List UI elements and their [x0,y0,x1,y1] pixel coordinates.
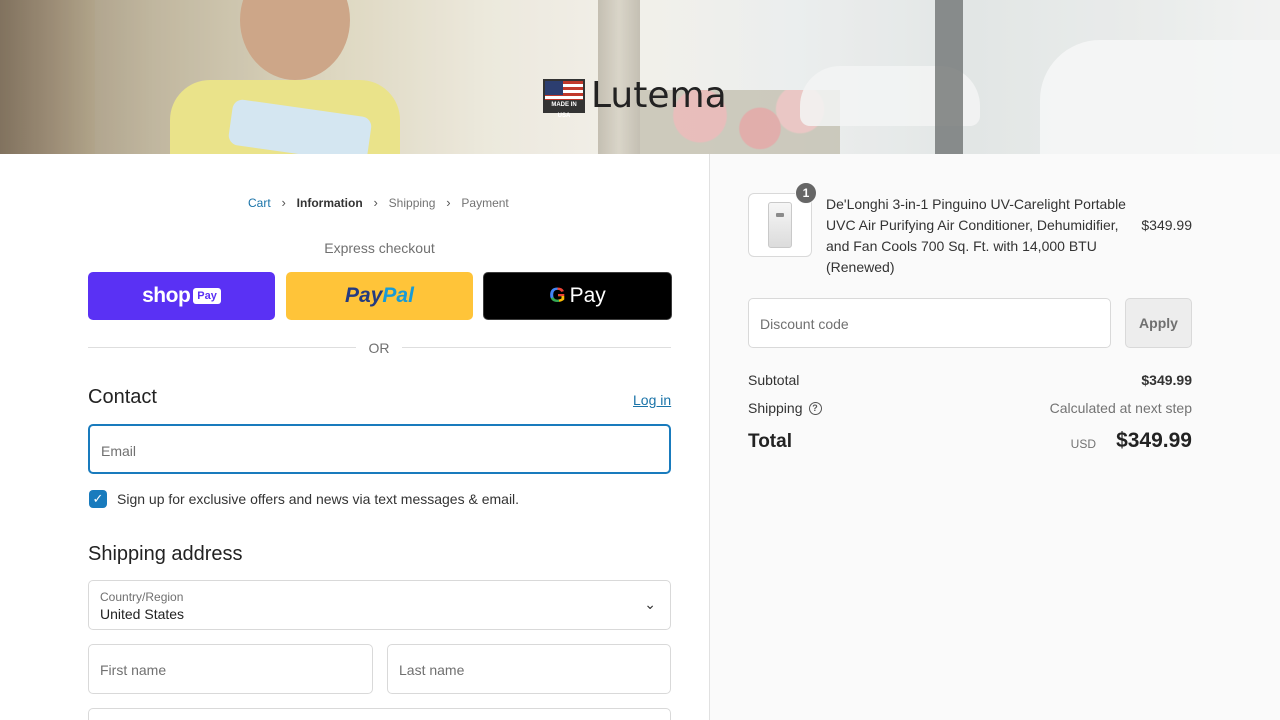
breadcrumb-information: Information [296,195,363,210]
shipping-value: Calculated at next step [1049,400,1192,416]
logo-wordmark: Lutema [591,75,727,116]
shop-pay-button[interactable]: shop Pay [88,272,275,320]
shipping-label: Shipping [748,400,803,416]
paypal-wordmark-part2: Pal [382,284,414,307]
or-separator: OR [88,338,671,358]
logo-badge-text: MADE IN USA [545,100,583,119]
subtotal-value: $349.99 [1141,372,1192,388]
air-conditioner-image [768,202,792,248]
chevron-down-icon: ⌄ [644,596,656,612]
chevron-right-icon: › [446,195,451,210]
discount-code-field[interactable]: Discount code [748,298,1111,348]
total-label: Total [748,431,792,452]
country-region-select[interactable]: Country/Region United States ⌄ [88,580,671,630]
apply-discount-button[interactable]: Apply [1125,298,1192,348]
discount-code-placeholder: Discount code [760,316,849,332]
paypal-wordmark-part1: Pay [345,284,383,307]
log-in-link[interactable]: Log in [633,392,671,408]
shipping-address-heading: Shipping address [88,543,243,565]
first-name-placeholder: First name [100,662,167,678]
address-field[interactable] [88,708,671,720]
product-price: $349.99 [1141,217,1192,233]
subtotal-label: Subtotal [748,372,800,388]
email-field[interactable]: Email [88,424,671,474]
store-logo[interactable]: MADE IN USA Lutema [543,75,727,119]
country-region-caption: Country/Region [100,590,184,604]
breadcrumb-payment: Payment [461,195,509,210]
first-name-field[interactable]: First name [88,644,373,694]
breadcrumb: Cart › Information › Shipping › Payment [248,195,509,210]
total-value: $349.99 [1116,429,1192,452]
chevron-right-icon: › [281,195,286,210]
contact-heading: Contact [88,386,157,408]
shop-pay-tag: Pay [193,288,221,304]
separator-line-left [88,347,356,348]
last-name-placeholder: Last name [399,662,465,678]
made-in-usa-flag-icon: MADE IN USA [543,79,585,119]
google-pay-label: Pay [569,284,606,307]
marketing-opt-in-label[interactable]: Sign up for exclusive offers and news vi… [117,491,519,507]
checkmark-icon: ✓ [92,491,104,506]
express-checkout-heading: Express checkout [324,240,435,256]
quantity-badge: 1 [795,182,817,204]
help-circle-icon[interactable]: ? [808,401,822,415]
breadcrumb-cart[interactable]: Cart [248,196,271,210]
shipping-label-row: Shipping ? [748,400,822,416]
or-text: OR [368,340,390,356]
breadcrumb-shipping: Shipping [388,195,436,210]
google-g-icon: G [549,284,566,307]
last-name-field[interactable]: Last name [387,644,671,694]
country-region-value: United States [100,606,185,622]
shop-pay-wordmark: shop [142,284,191,307]
email-placeholder: Email [101,443,137,459]
chevron-right-icon: › [373,195,378,210]
product-name: De'Longhi 3-in-1 Pinguino UV-Carelight P… [826,196,1126,275]
separator-line-right [402,347,671,348]
google-pay-button[interactable]: G Pay [483,272,672,320]
marketing-opt-in-checkbox[interactable]: ✓ [89,490,107,508]
total-currency: USD [1070,437,1096,451]
paypal-button[interactable]: Pay Pal [286,272,473,320]
